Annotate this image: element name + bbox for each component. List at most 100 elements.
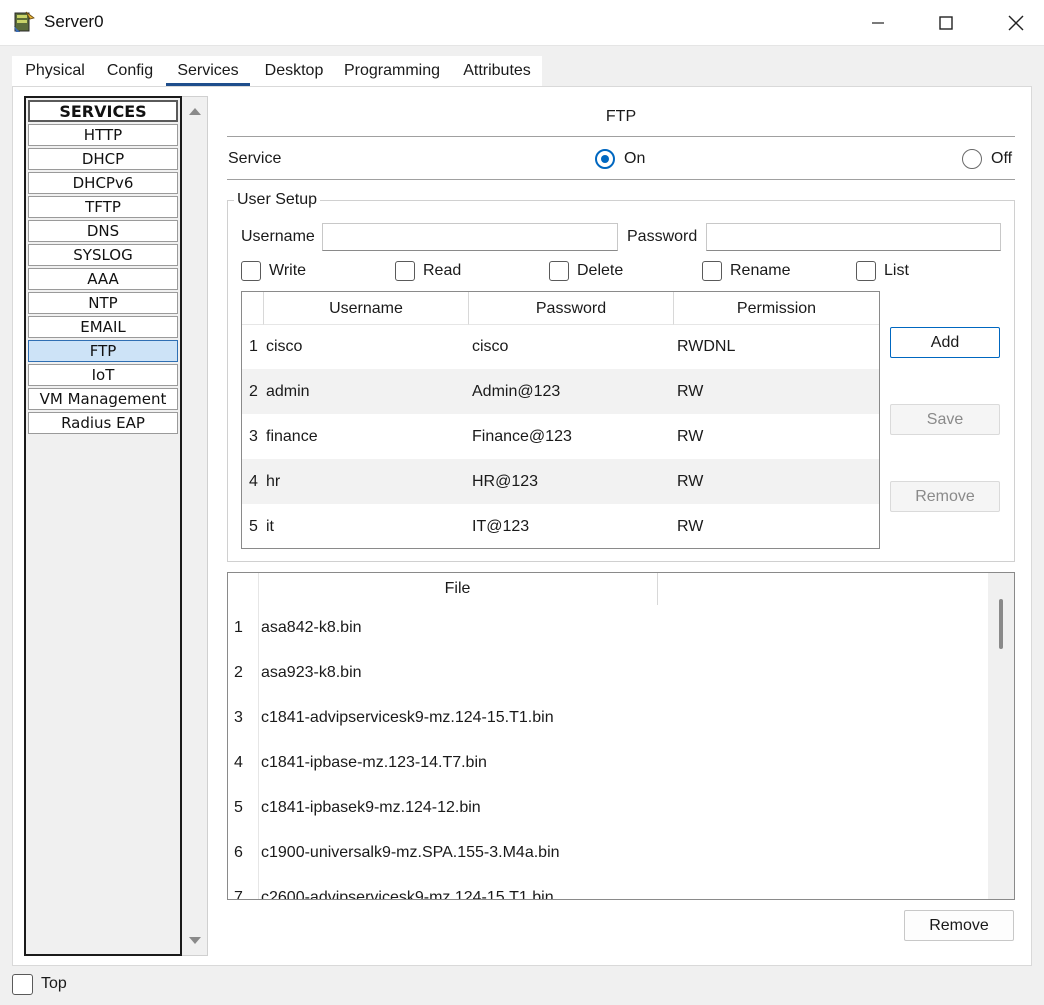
rename-checkbox[interactable] — [702, 261, 722, 281]
close-icon — [1008, 15, 1024, 31]
service-item-ntp[interactable]: NTP — [28, 292, 178, 314]
scrollbar-thumb[interactable] — [999, 599, 1003, 649]
delete-checkbox[interactable] — [549, 261, 569, 281]
save-button[interactable]: Save — [890, 404, 1000, 435]
remove-file-button[interactable]: Remove — [904, 910, 1014, 941]
row-number: 1 — [249, 338, 258, 355]
column-header-password[interactable]: Password — [469, 292, 674, 325]
list-item[interactable]: 1 asa842-k8.bin — [228, 605, 988, 650]
cell-password: IT@123 — [472, 518, 530, 535]
add-button[interactable]: Add — [890, 327, 1000, 358]
cell-password: Finance@123 — [472, 428, 572, 445]
service-item-radius-eap[interactable]: Radius EAP — [28, 412, 178, 434]
service-off-label: Off — [991, 150, 1013, 167]
row-number: 3 — [234, 709, 243, 726]
cell-password: HR@123 — [472, 473, 539, 490]
row-number: 5 — [249, 518, 258, 535]
service-item-iot[interactable]: IoT — [28, 364, 178, 386]
read-label: Read — [423, 262, 462, 279]
table-row[interactable]: 5 it IT@123 RW — [242, 504, 879, 549]
title-bar: Server0 — [0, 0, 1044, 46]
users-table: Username Password Permission 1 cisco cis… — [241, 291, 880, 549]
list-item[interactable]: 6 c1900-universalk9-mz.SPA.155-3.M4a.bin — [228, 830, 988, 875]
service-item-ftp[interactable]: FTP — [28, 340, 178, 362]
scroll-up-icon[interactable] — [189, 108, 201, 115]
password-input[interactable] — [706, 223, 1001, 251]
row-number: 4 — [234, 754, 243, 771]
password-label: Password — [627, 228, 698, 245]
write-checkbox[interactable] — [241, 261, 261, 281]
column-header-username[interactable]: Username — [264, 292, 469, 325]
username-input[interactable] — [322, 223, 618, 251]
write-label: Write — [269, 262, 307, 279]
service-item-dns[interactable]: DNS — [28, 220, 178, 242]
delete-label: Delete — [577, 262, 624, 279]
list-label: List — [884, 262, 909, 279]
window-title: Server0 — [44, 12, 104, 31]
service-item-tftp[interactable]: TFTP — [28, 196, 178, 218]
top-checkbox[interactable] — [12, 974, 33, 995]
list-item[interactable]: 5 c1841-ipbasek9-mz.124-12.bin — [228, 785, 988, 830]
file-name: asa923-k8.bin — [261, 664, 362, 681]
services-header: SERVICES — [28, 100, 178, 122]
list-item[interactable]: 4 c1841-ipbase-mz.123-14.T7.bin — [228, 740, 988, 785]
service-on-label: On — [624, 150, 646, 167]
table-row[interactable]: 3 finance Finance@123 RW — [242, 414, 879, 459]
list-item[interactable]: 3 c1841-advipservicesk9-mz.124-15.T1.bin — [228, 695, 988, 740]
minimize-button[interactable] — [842, 0, 914, 46]
service-on-radio[interactable] — [595, 149, 615, 169]
server-app-icon — [14, 11, 35, 32]
table-row[interactable]: 4 hr HR@123 RW — [242, 459, 879, 504]
service-item-aaa[interactable]: AAA — [28, 268, 178, 290]
row-number: 2 — [249, 383, 258, 400]
tab-physical[interactable]: Physical — [16, 56, 94, 86]
table-row[interactable]: 1 cisco cisco RWDNL — [242, 324, 879, 369]
table-corner — [242, 292, 264, 325]
file-name: c1841-advipservicesk9-mz.124-15.T1.bin — [261, 709, 554, 726]
read-checkbox[interactable] — [395, 261, 415, 281]
cell-username: finance — [266, 428, 318, 445]
row-number: 7 — [234, 889, 243, 900]
username-label: Username — [241, 228, 315, 245]
service-off-radio[interactable] — [962, 149, 982, 169]
cell-username: hr — [266, 473, 281, 490]
list-item[interactable]: 2 asa923-k8.bin — [228, 650, 988, 695]
remove-user-button[interactable]: Remove — [890, 481, 1000, 512]
divider — [227, 136, 1015, 137]
rename-label: Rename — [730, 262, 791, 279]
service-item-dhcp[interactable]: DHCP — [28, 148, 178, 170]
tab-programming[interactable]: Programming — [338, 56, 446, 86]
services-scrollbar[interactable] — [182, 96, 208, 956]
tab-attributes[interactable]: Attributes — [456, 56, 538, 86]
service-item-vm-management[interactable]: VM Management — [28, 388, 178, 410]
tab-config[interactable]: Config — [100, 56, 160, 86]
cell-username: it — [266, 518, 274, 535]
cell-permission: RW — [677, 383, 704, 400]
files-scrollbar[interactable] — [988, 573, 1014, 899]
row-number: 2 — [234, 664, 243, 681]
service-item-syslog[interactable]: SYSLOG — [28, 244, 178, 266]
page-title: FTP — [605, 108, 637, 125]
cell-permission: RW — [677, 473, 704, 490]
column-header-file[interactable]: File — [258, 573, 658, 605]
services-list: SERVICES HTTP DHCP DHCPv6 TFTP DNS SYSLO… — [24, 96, 182, 956]
maximize-icon — [939, 16, 953, 30]
cell-permission: RWDNL — [677, 338, 736, 355]
cell-password: Admin@123 — [472, 383, 561, 400]
service-item-http[interactable]: HTTP — [28, 124, 178, 146]
maximize-button[interactable] — [910, 0, 982, 46]
close-button[interactable] — [980, 0, 1044, 46]
column-header-permission[interactable]: Permission — [674, 292, 879, 325]
service-item-email[interactable]: EMAIL — [28, 316, 178, 338]
service-item-dhcpv6[interactable]: DHCPv6 — [28, 172, 178, 194]
tab-services[interactable]: Services — [166, 56, 250, 86]
cell-permission: RW — [677, 428, 704, 445]
list-item[interactable]: 7 c2600-advipservicesk9-mz.124-15.T1.bin — [228, 875, 988, 900]
service-label: Service — [228, 150, 282, 167]
table-row[interactable]: 2 admin Admin@123 RW — [242, 369, 879, 414]
files-table: File 1 asa842-k8.bin 2 asa923-k8.bin 3 c… — [227, 572, 1015, 900]
cell-permission: RW — [677, 518, 704, 535]
scroll-down-icon[interactable] — [189, 937, 201, 944]
list-checkbox[interactable] — [856, 261, 876, 281]
tab-desktop[interactable]: Desktop — [256, 56, 332, 86]
